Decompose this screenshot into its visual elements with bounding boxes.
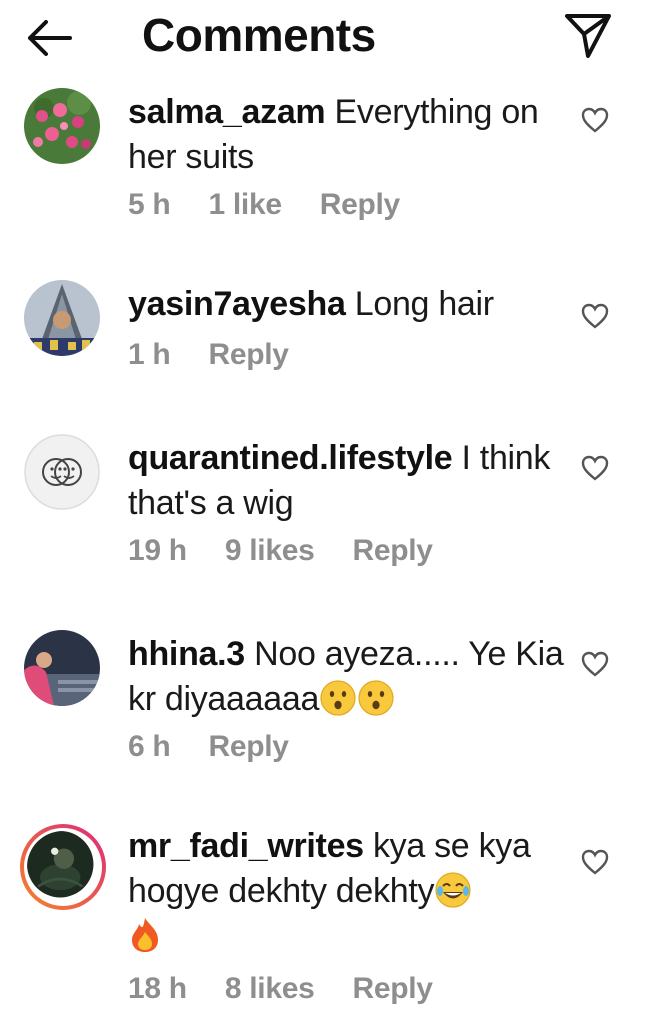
reply-button[interactable]: Reply — [353, 972, 434, 1005]
comment-text: Long hair — [354, 285, 494, 323]
comment-username[interactable]: quarantined.lifestyle — [128, 439, 453, 477]
comment-body: mr_fadi_writes kya se kya hogye dekhty d… — [128, 824, 568, 959]
comment-time: 1 h — [128, 338, 171, 371]
comment-time: 18 h — [128, 972, 187, 1005]
comment-body: yasin7ayesha Long hair — [128, 282, 568, 327]
page-title: Comments — [142, 9, 376, 61]
avatar[interactable] — [24, 88, 100, 164]
comment-body: quarantined.lifestyle I think that's a w… — [128, 436, 568, 526]
comment-likes[interactable]: 1 like — [208, 188, 282, 221]
hushed-face-emoji — [357, 679, 395, 717]
header-bar: Comments — [0, 0, 649, 78]
comment-meta: 5 h 1 like Reply — [128, 188, 438, 222]
comment-username[interactable]: hhina.3 — [128, 635, 245, 673]
heart-outline-icon[interactable] — [580, 454, 610, 482]
comment-likes[interactable]: 9 likes — [225, 534, 315, 567]
reply-button[interactable]: Reply — [320, 188, 401, 221]
comment-meta: 18 h 8 likes Reply — [128, 972, 471, 1006]
comment-time: 19 h — [128, 534, 187, 567]
back-arrow-icon[interactable] — [22, 16, 78, 60]
comment-time: 5 h — [128, 188, 171, 221]
reply-button[interactable]: Reply — [208, 338, 289, 371]
hushed-face-emoji — [319, 679, 357, 717]
comment-meta: 1 h Reply — [128, 338, 327, 372]
comment-username[interactable]: yasin7ayesha — [128, 285, 346, 323]
tears-of-joy-emoji — [434, 871, 472, 909]
comment-likes[interactable]: 8 likes — [225, 972, 315, 1005]
heart-outline-icon[interactable] — [580, 650, 610, 678]
comment-time: 6 h — [128, 730, 171, 763]
fire-emoji — [128, 916, 162, 954]
avatar-with-story-ring[interactable] — [20, 824, 106, 910]
avatar[interactable] — [24, 630, 100, 706]
comment-meta: 19 h 9 likes Reply — [128, 534, 471, 568]
comment-username[interactable]: salma_azam — [128, 93, 326, 131]
reply-button[interactable]: Reply — [353, 534, 434, 567]
comment-meta: 6 h Reply — [128, 730, 327, 764]
avatar[interactable] — [24, 280, 100, 356]
comment-body: hhina.3 Noo ayeza..... Ye Kia kr diyaaaa… — [128, 632, 568, 722]
send-icon[interactable] — [562, 10, 614, 60]
comment-body: salma_azam Everything on her suits — [128, 90, 568, 180]
reply-button[interactable]: Reply — [208, 730, 289, 763]
comment-username[interactable]: mr_fadi_writes — [128, 827, 364, 865]
avatar[interactable] — [24, 434, 100, 510]
heart-outline-icon[interactable] — [580, 106, 610, 134]
heart-outline-icon[interactable] — [580, 848, 610, 876]
heart-outline-icon[interactable] — [580, 302, 610, 330]
